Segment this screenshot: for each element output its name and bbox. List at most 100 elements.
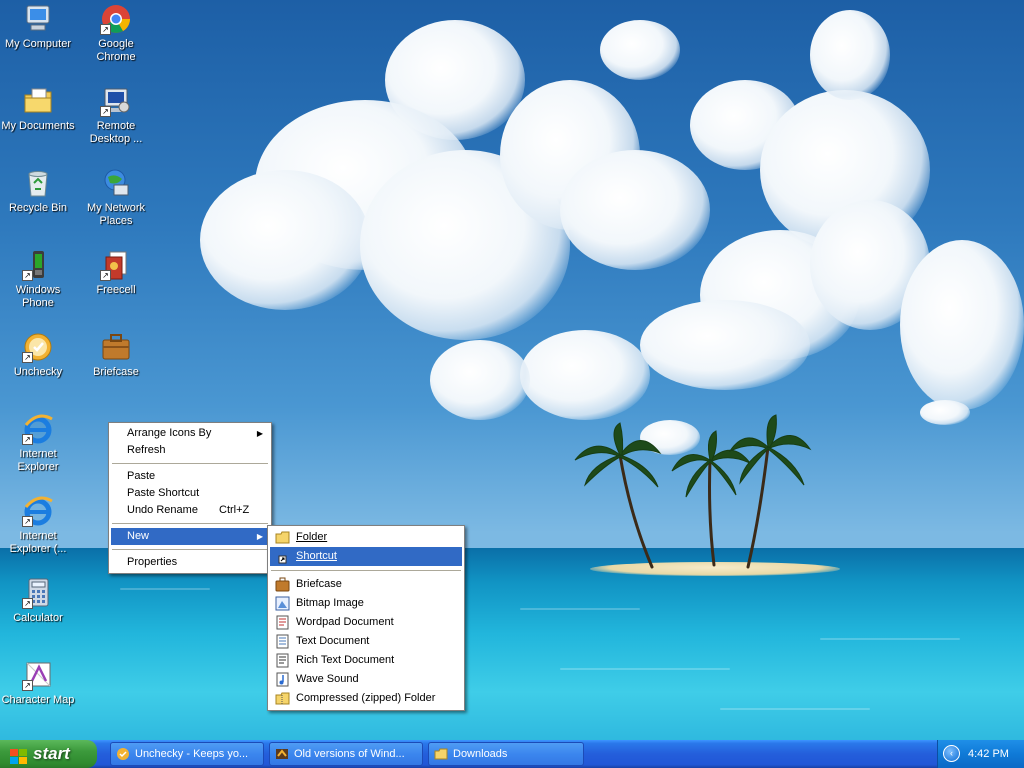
- network-places-icon: [100, 167, 132, 199]
- show-hidden-icons-button[interactable]: ‹: [943, 745, 960, 762]
- my-computer-icon: [22, 3, 54, 35]
- desktop-icon-freecell[interactable]: ↗ Freecell: [78, 249, 154, 297]
- menu-separator: [271, 570, 461, 571]
- shortcut-arrow-icon: ↗: [22, 680, 33, 691]
- submenu-item-wordpad-document[interactable]: Wordpad Document: [270, 613, 462, 632]
- menu-item-label: Briefcase: [296, 578, 342, 590]
- shortcut-icon: [275, 549, 290, 564]
- taskbar-button-downloads[interactable]: Downloads: [428, 742, 584, 766]
- start-label: start: [33, 744, 70, 763]
- task-label: Downloads: [453, 748, 508, 760]
- folder-icon: [434, 747, 448, 761]
- menu-item-label: Rich Text Document: [296, 654, 395, 666]
- remote-desktop-icon: ↗: [100, 85, 132, 117]
- menu-item-properties[interactable]: Properties: [111, 554, 269, 571]
- clock[interactable]: 4:42 PM: [968, 740, 1009, 768]
- windows-logo-icon: [10, 746, 28, 764]
- shortcut-arrow-icon: ↗: [22, 270, 33, 281]
- submenu-item-rich-text-document[interactable]: Rich Text Document: [270, 651, 462, 670]
- menu-item-undo-rename[interactable]: Undo Rename Ctrl+Z: [111, 502, 269, 519]
- chrome-icon: ↗: [100, 3, 132, 35]
- desktop-icon-my-computer[interactable]: My Computer: [0, 3, 76, 51]
- desktop-icon-label: Unchecky: [13, 366, 63, 378]
- desktop-background[interactable]: My Computer My Documents Recycle Bin ↗ W…: [0, 0, 1024, 740]
- desktop-context-menu: Arrange Icons By ▶ Refresh Paste Paste S…: [108, 422, 272, 574]
- menu-item-label: Refresh: [127, 444, 166, 456]
- menu-item-label: Paste: [127, 470, 156, 482]
- wave-sound-icon: [275, 672, 290, 687]
- shortcut-arrow-icon: ↗: [100, 270, 111, 281]
- menu-item-label: New: [127, 530, 150, 542]
- shortcut-arrow-icon: ↗: [100, 24, 111, 35]
- desktop-icon-label: My Documents: [1, 120, 75, 132]
- desktop-icon-label: Briefcase: [93, 366, 139, 378]
- desktop-icon-calculator[interactable]: ↗ Calculator: [0, 577, 76, 625]
- menu-item-label: Shortcut: [296, 550, 337, 562]
- submenu-item-wave-sound[interactable]: Wave Sound: [270, 670, 462, 689]
- my-documents-icon: [22, 85, 54, 117]
- menu-separator: [112, 463, 268, 464]
- zip-folder-icon: [275, 691, 290, 706]
- menu-item-label: Text Document: [296, 635, 370, 647]
- menu-item-new[interactable]: New ▶: [111, 528, 269, 545]
- desktop-icon-google-chrome[interactable]: ↗ Google Chrome: [78, 3, 154, 64]
- desktop-icon-windows-phone[interactable]: ↗ Windows Phone: [0, 249, 76, 310]
- desktop-icon-label: My Network Places: [86, 202, 146, 227]
- menu-item-label: Undo Rename: [127, 504, 198, 516]
- desktop-icon-label: Freecell: [96, 284, 136, 296]
- desktop-icon-briefcase[interactable]: Briefcase: [78, 331, 154, 379]
- desktop-icon-my-network-places[interactable]: My Network Places: [78, 167, 154, 228]
- briefcase-icon: [275, 577, 290, 592]
- menu-item-label: Bitmap Image: [296, 597, 364, 609]
- internet-explorer-icon: ↗: [22, 413, 54, 445]
- shortcut-arrow-icon: ↗: [100, 106, 111, 117]
- shortcut-arrow-icon: ↗: [22, 434, 33, 445]
- calculator-icon: ↗: [22, 577, 54, 609]
- menu-item-label: Arrange Icons By: [127, 427, 212, 439]
- submenu-item-shortcut[interactable]: Shortcut: [270, 547, 462, 566]
- shortcut-arrow-icon: ↗: [22, 598, 33, 609]
- shortcut-arrow-icon: ↗: [22, 516, 33, 527]
- submenu-item-folder[interactable]: Folder: [270, 528, 462, 547]
- unchecky-icon: ↗: [22, 331, 54, 363]
- submenu-item-compressed-folder[interactable]: Compressed (zipped) Folder: [270, 689, 462, 708]
- bitmap-icon: [275, 596, 290, 611]
- desktop-icon-unchecky[interactable]: ↗ Unchecky: [0, 331, 76, 379]
- desktop-icon-internet-explorer-2[interactable]: ↗ Internet Explorer (...: [0, 495, 76, 556]
- menu-item-arrange-icons-by[interactable]: Arrange Icons By ▶: [111, 425, 269, 442]
- browser-icon: [275, 747, 289, 761]
- menu-item-refresh[interactable]: Refresh: [111, 442, 269, 459]
- character-map-icon: ↗: [22, 659, 54, 691]
- start-button[interactable]: start: [0, 740, 97, 768]
- menu-item-paste-shortcut[interactable]: Paste Shortcut: [111, 485, 269, 502]
- rich-text-icon: [275, 653, 290, 668]
- taskbar-button-old-versions[interactable]: Old versions of Wind...: [269, 742, 423, 766]
- desktop-icon-remote-desktop[interactable]: ↗ Remote Desktop ...: [78, 85, 154, 146]
- desktop-icon-internet-explorer[interactable]: ↗ Internet Explorer: [0, 413, 76, 474]
- windows-phone-icon: ↗: [22, 249, 54, 281]
- menu-item-label: Paste Shortcut: [127, 487, 200, 499]
- new-submenu: Folder Shortcut Briefcase Bitmap Image W…: [267, 525, 465, 711]
- unchecky-icon: [116, 747, 130, 761]
- menu-item-paste[interactable]: Paste: [111, 468, 269, 485]
- briefcase-icon: [100, 331, 132, 363]
- ocean: [0, 548, 1024, 740]
- desktop-icon-label: Internet Explorer (...: [9, 530, 67, 555]
- desktop-icon-character-map[interactable]: ↗ Character Map: [0, 659, 76, 707]
- desktop-icon-label: Recycle Bin: [8, 202, 68, 214]
- taskbar-button-unchecky[interactable]: Unchecky - Keeps yo...: [110, 742, 264, 766]
- menu-item-label: Folder: [296, 531, 328, 543]
- desktop-icon-recycle-bin[interactable]: Recycle Bin: [0, 167, 76, 215]
- submenu-item-briefcase[interactable]: Briefcase: [270, 575, 462, 594]
- submenu-item-text-document[interactable]: Text Document: [270, 632, 462, 651]
- desktop-icon-my-documents[interactable]: My Documents: [0, 85, 76, 133]
- menu-item-label: Wordpad Document: [296, 616, 394, 628]
- submenu-item-bitmap-image[interactable]: Bitmap Image: [270, 594, 462, 613]
- wordpad-icon: [275, 615, 290, 630]
- menu-separator: [112, 523, 268, 524]
- menu-item-label: Wave Sound: [296, 673, 359, 685]
- desktop-icon-label: Remote Desktop ...: [89, 120, 143, 145]
- desktop-icon-label: My Computer: [4, 38, 72, 50]
- desktop-icon-label: Google Chrome: [96, 38, 136, 63]
- submenu-arrow-icon: ▶: [256, 532, 263, 541]
